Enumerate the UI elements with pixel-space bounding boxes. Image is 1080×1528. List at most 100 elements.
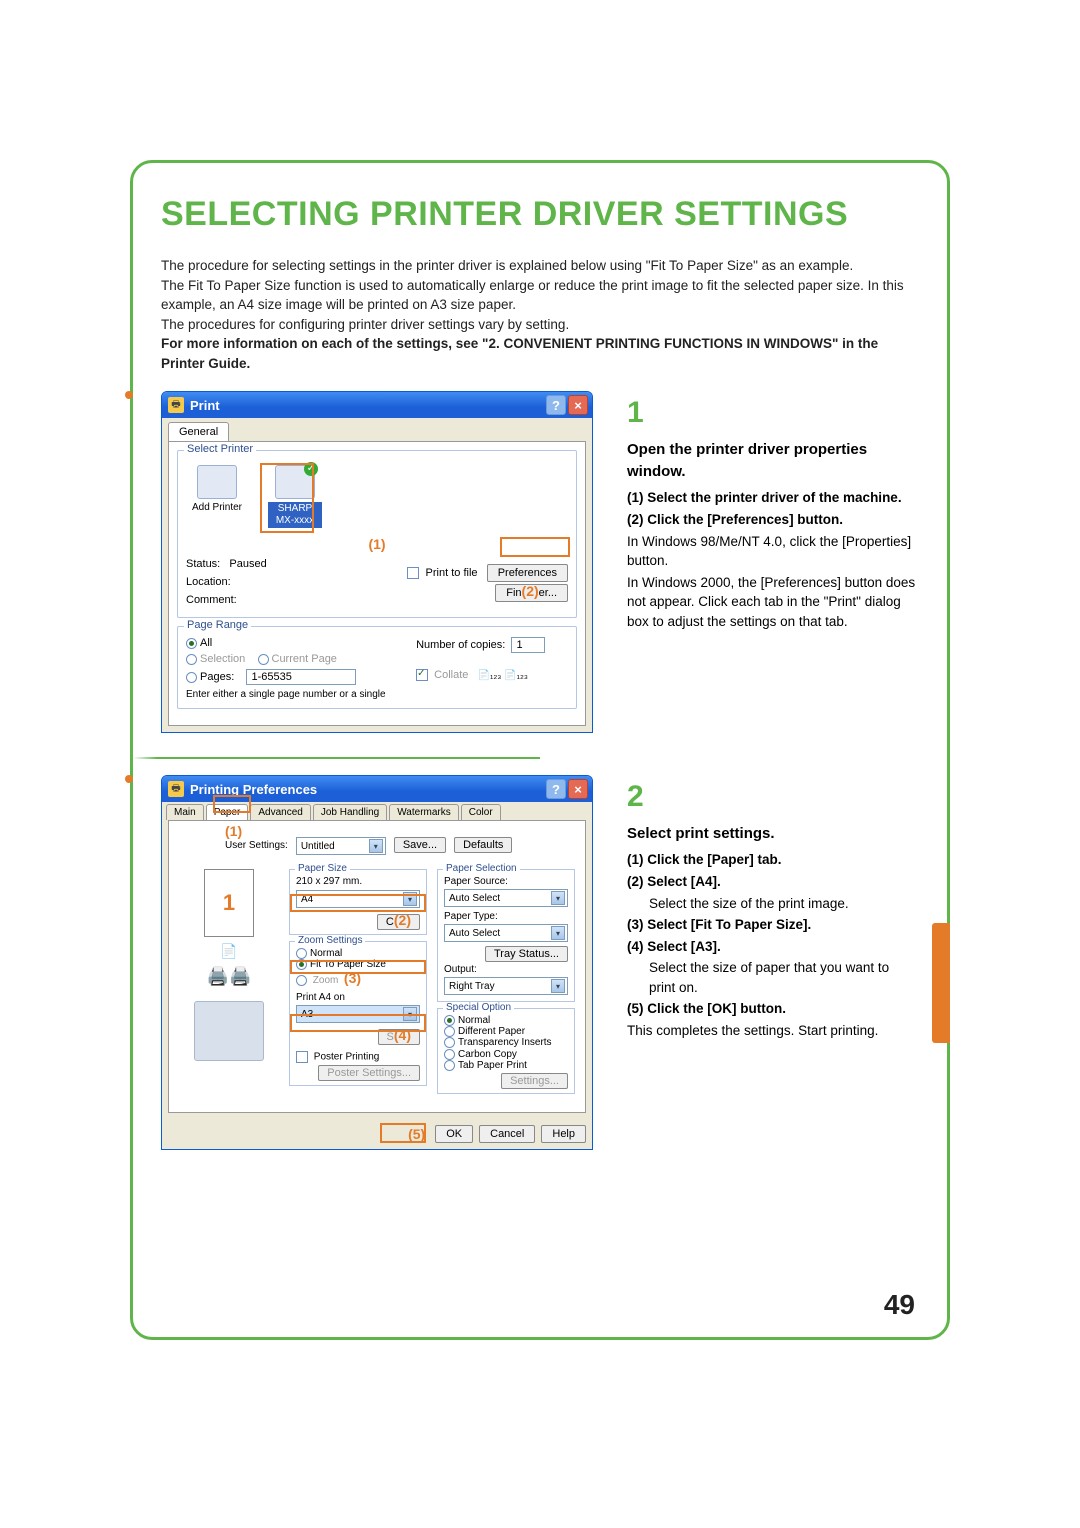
- help-button[interactable]: Help: [541, 1125, 586, 1143]
- paper-type-label: Paper Type:: [444, 911, 568, 922]
- titlebar-help-button[interactable]: ?: [546, 395, 566, 415]
- paper-size-group: Paper Size 210 x 297 mm. A4 ▾ C(2): [289, 869, 427, 935]
- paper-type-value: Auto Select: [449, 928, 500, 939]
- page-range-right: Number of copies: 1 Collate 📄₁₂₃ 📄₁₂₃: [416, 637, 545, 700]
- radio-selection[interactable]: [186, 654, 197, 665]
- chevron-down-icon: ▾: [551, 926, 565, 940]
- radio-zoom-normal[interactable]: [296, 948, 307, 959]
- tray-status-button[interactable]: Tray Status...: [485, 946, 568, 962]
- pref-titlebar-close-button[interactable]: ×: [568, 779, 588, 799]
- tab-general[interactable]: General: [168, 422, 229, 441]
- pref-right-column: Paper Selection Paper Source: Auto Selec…: [437, 869, 575, 1100]
- so-tab: Tab Paper Print: [458, 1060, 527, 1071]
- sharp-printer-item[interactable]: ✓ SHARP MX-xxxx: [268, 465, 322, 528]
- find-printer-button[interactable]: Fin(2)er...: [495, 584, 568, 602]
- custom-button[interactable]: C(2): [377, 914, 420, 930]
- radio-so-carbon[interactable]: [444, 1049, 455, 1060]
- pref-dialog-title: Printing Preferences: [190, 782, 544, 797]
- so-settings-button[interactable]: Settings...: [501, 1073, 568, 1089]
- print-dialog: 🖶 Print ? × General Select Printer Add: [161, 391, 593, 733]
- pages-input[interactable]: 1-65535: [246, 669, 356, 685]
- radio-so-diff[interactable]: [444, 1026, 455, 1037]
- step2-sub1: (1) Click the [Paper] tab.: [627, 850, 919, 870]
- pref-titlebar: 🖶 Printing Preferences ? ×: [162, 776, 592, 802]
- add-printer-item[interactable]: Add Printer: [190, 465, 244, 528]
- radio-fit-to-paper[interactable]: [296, 959, 307, 970]
- cancel-button[interactable]: Cancel: [479, 1125, 535, 1143]
- pref-printer-icon: 🖶: [168, 781, 184, 797]
- sharp-printer-icon: ✓: [275, 465, 315, 499]
- titlebar-close-button[interactable]: ×: [568, 395, 588, 415]
- zoom-normal-label: Normal: [310, 948, 342, 959]
- tab-color[interactable]: Color: [461, 804, 501, 820]
- opt-all: All: [200, 637, 212, 649]
- status-row: Status: Paused Location: Comment: Print …: [186, 556, 568, 609]
- zoom-group-label: Zoom Settings: [295, 935, 365, 946]
- orientation-icon[interactable]: 📄: [220, 943, 237, 960]
- step2-heading: Select print settings.: [627, 823, 919, 845]
- radio-so-tab[interactable]: [444, 1060, 455, 1071]
- paper-preview: 1: [204, 869, 254, 937]
- radio-zoom[interactable]: [296, 975, 307, 986]
- save-button[interactable]: Save...: [394, 837, 446, 853]
- paper-type-select[interactable]: Auto Select ▾: [444, 924, 568, 942]
- tab-job-handling[interactable]: Job Handling: [313, 804, 387, 820]
- preferences-button[interactable]: Preferences: [487, 564, 568, 582]
- collate-checkbox[interactable]: [416, 669, 428, 681]
- step1-body1: In Windows 98/Me/NT 4.0, click the [Prop…: [627, 532, 919, 571]
- step1-number: 1: [627, 391, 919, 435]
- paper-size-select[interactable]: A4 ▾: [296, 890, 420, 908]
- zoom-settings-group: Zoom Settings Normal Fit To Paper Size Z…: [289, 941, 427, 1086]
- page-title: SELECTING PRINTER DRIVER SETTINGS: [161, 195, 919, 234]
- section-side-tab: [932, 923, 950, 1043]
- radio-so-trans[interactable]: [444, 1037, 455, 1048]
- fit-paper-select[interactable]: A3 ▾: [296, 1005, 420, 1023]
- radio-pages[interactable]: [186, 672, 197, 683]
- location-label: Location:: [186, 576, 231, 588]
- zoom-fit-label: Fit To Paper Size: [310, 959, 386, 970]
- step1-instructions: 1 Open the printer driver properties win…: [627, 391, 919, 733]
- step2-row: 🖶 Printing Preferences ? × Main Paper Ad…: [161, 775, 919, 1150]
- radio-all[interactable]: [186, 638, 197, 649]
- chevron-down-icon: ▾: [551, 891, 565, 905]
- pref-callout-4: (4): [394, 1027, 411, 1043]
- sharp-printer-label: SHARP MX-xxxx: [268, 502, 322, 528]
- zoom-settings-button[interactable]: S(4): [378, 1029, 420, 1045]
- chevron-down-icon: ▾: [403, 892, 417, 906]
- so-diff: Different Paper: [458, 1026, 525, 1037]
- page-range-group: Page Range All Selection Current Page: [177, 626, 577, 709]
- so-normal: Normal: [458, 1015, 490, 1026]
- tab-paper[interactable]: Paper: [206, 804, 249, 820]
- copies-input[interactable]: 1: [511, 637, 545, 653]
- tab-main[interactable]: Main: [166, 804, 204, 820]
- status-left: Status: Paused Location: Comment:: [186, 556, 267, 609]
- user-settings-select[interactable]: Untitled ▾: [296, 837, 386, 855]
- paper-source-select[interactable]: Auto Select ▾: [444, 889, 568, 907]
- tab-watermarks[interactable]: Watermarks: [389, 804, 459, 820]
- poster-printing-checkbox[interactable]: [296, 1051, 308, 1063]
- poster-settings-button[interactable]: Poster Settings...: [318, 1065, 420, 1081]
- so-trans: Transparency Inserts: [458, 1038, 552, 1049]
- print-to-file-checkbox[interactable]: [407, 567, 419, 579]
- copies-label: Number of copies:: [416, 639, 505, 651]
- printer-preview-icon: 🖨️🖨️: [207, 966, 252, 987]
- preferences-dialog-screenshot: 🖶 Printing Preferences ? × Main Paper Ad…: [161, 775, 601, 1150]
- radio-so-normal[interactable]: [444, 1015, 455, 1026]
- step2-instructions: 2 Select print settings. (1) Click the […: [627, 775, 919, 1150]
- radio-current[interactable]: [258, 654, 269, 665]
- pref-dialog-body: (1) User Settings: Untitled ▾ Save... De…: [168, 820, 586, 1113]
- pref-titlebar-help-button[interactable]: ?: [546, 779, 566, 799]
- defaults-button[interactable]: Defaults: [454, 837, 512, 853]
- select-printer-label: Select Printer: [184, 443, 256, 455]
- paper-size-dim: 210 x 297 mm.: [296, 876, 420, 887]
- collate-label: Collate: [434, 669, 468, 681]
- print-dialog-screenshot: 🖶 Print ? × General Select Printer Add: [161, 391, 601, 733]
- print-to-file-label: Print to file: [426, 567, 478, 579]
- paper-source-value: Auto Select: [449, 893, 500, 904]
- opt-selection: Selection: [200, 653, 245, 665]
- tab-advanced[interactable]: Advanced: [250, 804, 310, 820]
- output-select[interactable]: Right Tray ▾: [444, 977, 568, 995]
- preview-number: 1: [223, 890, 235, 916]
- ok-button[interactable]: OK: [435, 1125, 473, 1143]
- page-frame: SELECTING PRINTER DRIVER SETTINGS The pr…: [130, 160, 950, 1340]
